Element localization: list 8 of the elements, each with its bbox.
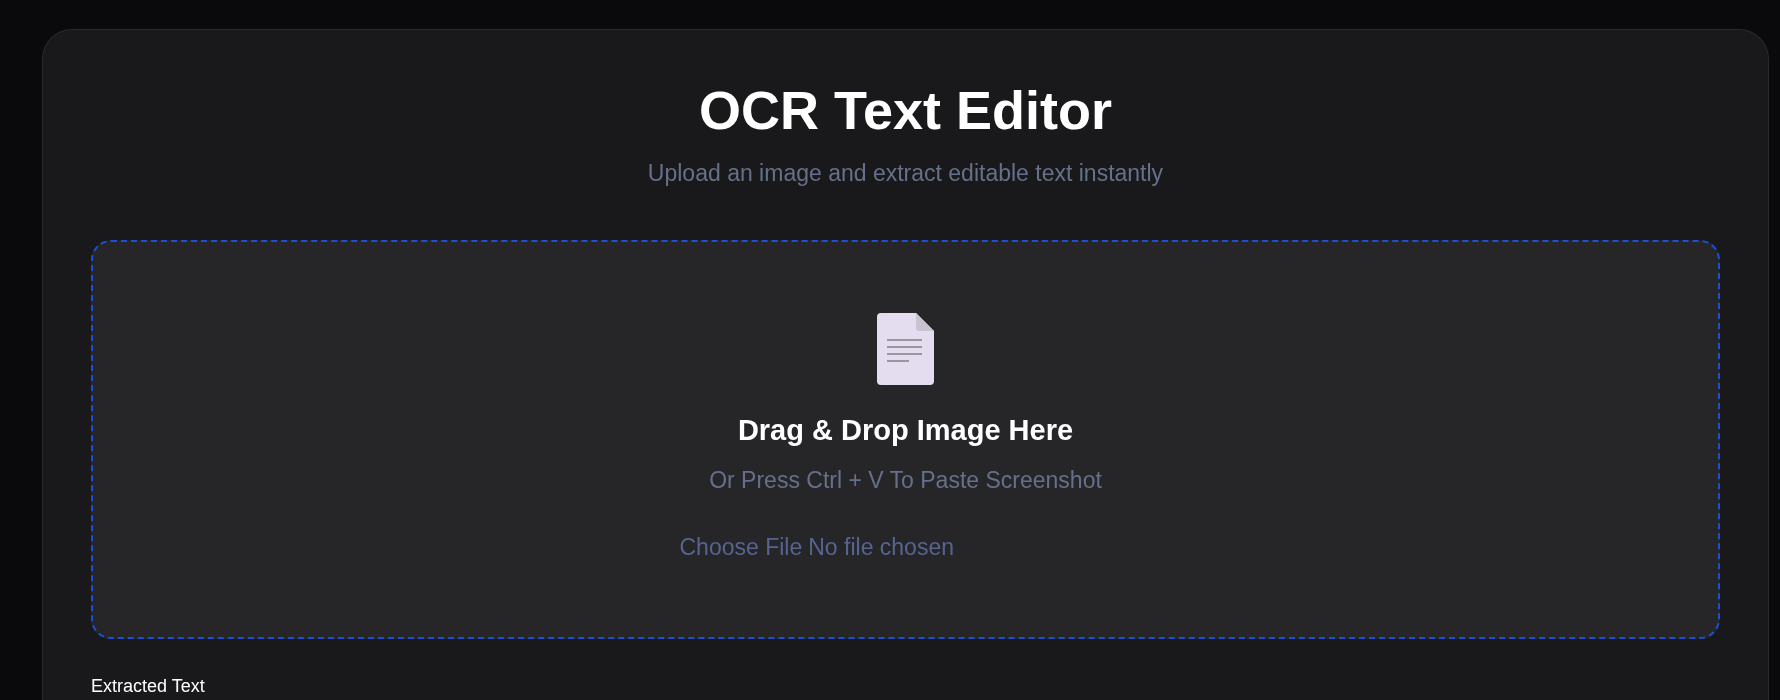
drop-zone-heading: Drag & Drop Image Here	[737, 413, 1074, 447]
document-icon	[877, 313, 934, 385]
file-status-text: No file chosen	[808, 533, 954, 562]
app-title: OCR Text Editor	[698, 79, 1113, 141]
paste-hint: Or Press Ctrl + V To Paste Screenshot	[709, 467, 1102, 494]
drop-zone[interactable]: Drag & Drop Image Here Or Press Ctrl + V To Paste Screenshot Choose File No file chosen	[91, 240, 1720, 639]
app-subtitle: Upload an image and extract editable text instantly	[646, 160, 1165, 187]
extracted-text-label: Extracted Text	[91, 677, 205, 696]
